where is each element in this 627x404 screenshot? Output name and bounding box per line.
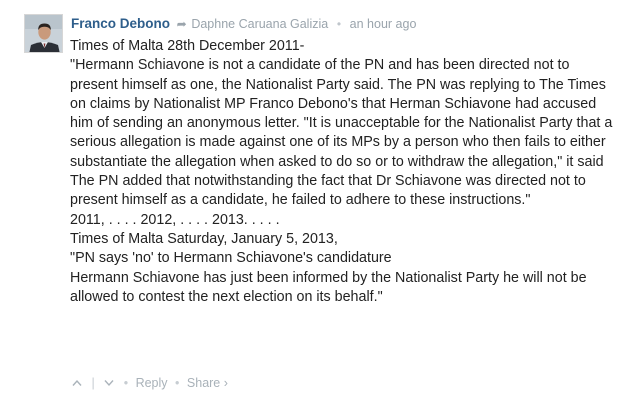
separator-dot: • [336,17,342,31]
comment-paragraph: Times of Malta Saturday, January 5, 2013… [70,230,338,247]
comment-paragraph: "PN says 'no' to Hermann Schiavone's can… [70,250,392,267]
comment-actions: | • Reply • Share › [70,375,228,391]
separator-dot: • [175,376,180,390]
chevron-down-icon [104,380,114,387]
comment-body: Times of Malta 28th December 2011- "Herm… [70,37,615,307]
comment-paragraph: "Hermann Schiavone is not a candidate of… [70,57,613,170]
comment-paragraph: Times of Malta 28th December 2011- [70,38,305,54]
comment-paragraph: The PN added that notwithstanding the fa… [70,173,586,209]
upvote-button[interactable] [70,375,84,391]
reply-arrow-icon: ➦ [176,17,187,31]
comment-header: Franco Debono ➦ Daphne Caruana Galizia •… [71,16,416,32]
vote-divider: | [91,376,95,390]
comment-paragraph: Hermann Schiavone has just been informed… [70,269,587,305]
reply-button[interactable]: Reply [136,376,168,390]
share-button[interactable]: Share › [187,376,228,390]
avatar-photo [25,15,62,52]
comment-timestamp[interactable]: an hour ago [350,17,417,31]
separator-dot: • [123,376,129,390]
comment-paragraph: 2011, . . . . 2012, . . . . 2013. . . . … [70,211,280,228]
downvote-button[interactable] [102,375,116,391]
author-name[interactable]: Franco Debono [71,16,170,31]
chevron-up-icon [72,379,82,386]
avatar[interactable] [24,14,63,53]
in-reply-to-author[interactable]: Daphne Caruana Galizia [191,17,328,31]
